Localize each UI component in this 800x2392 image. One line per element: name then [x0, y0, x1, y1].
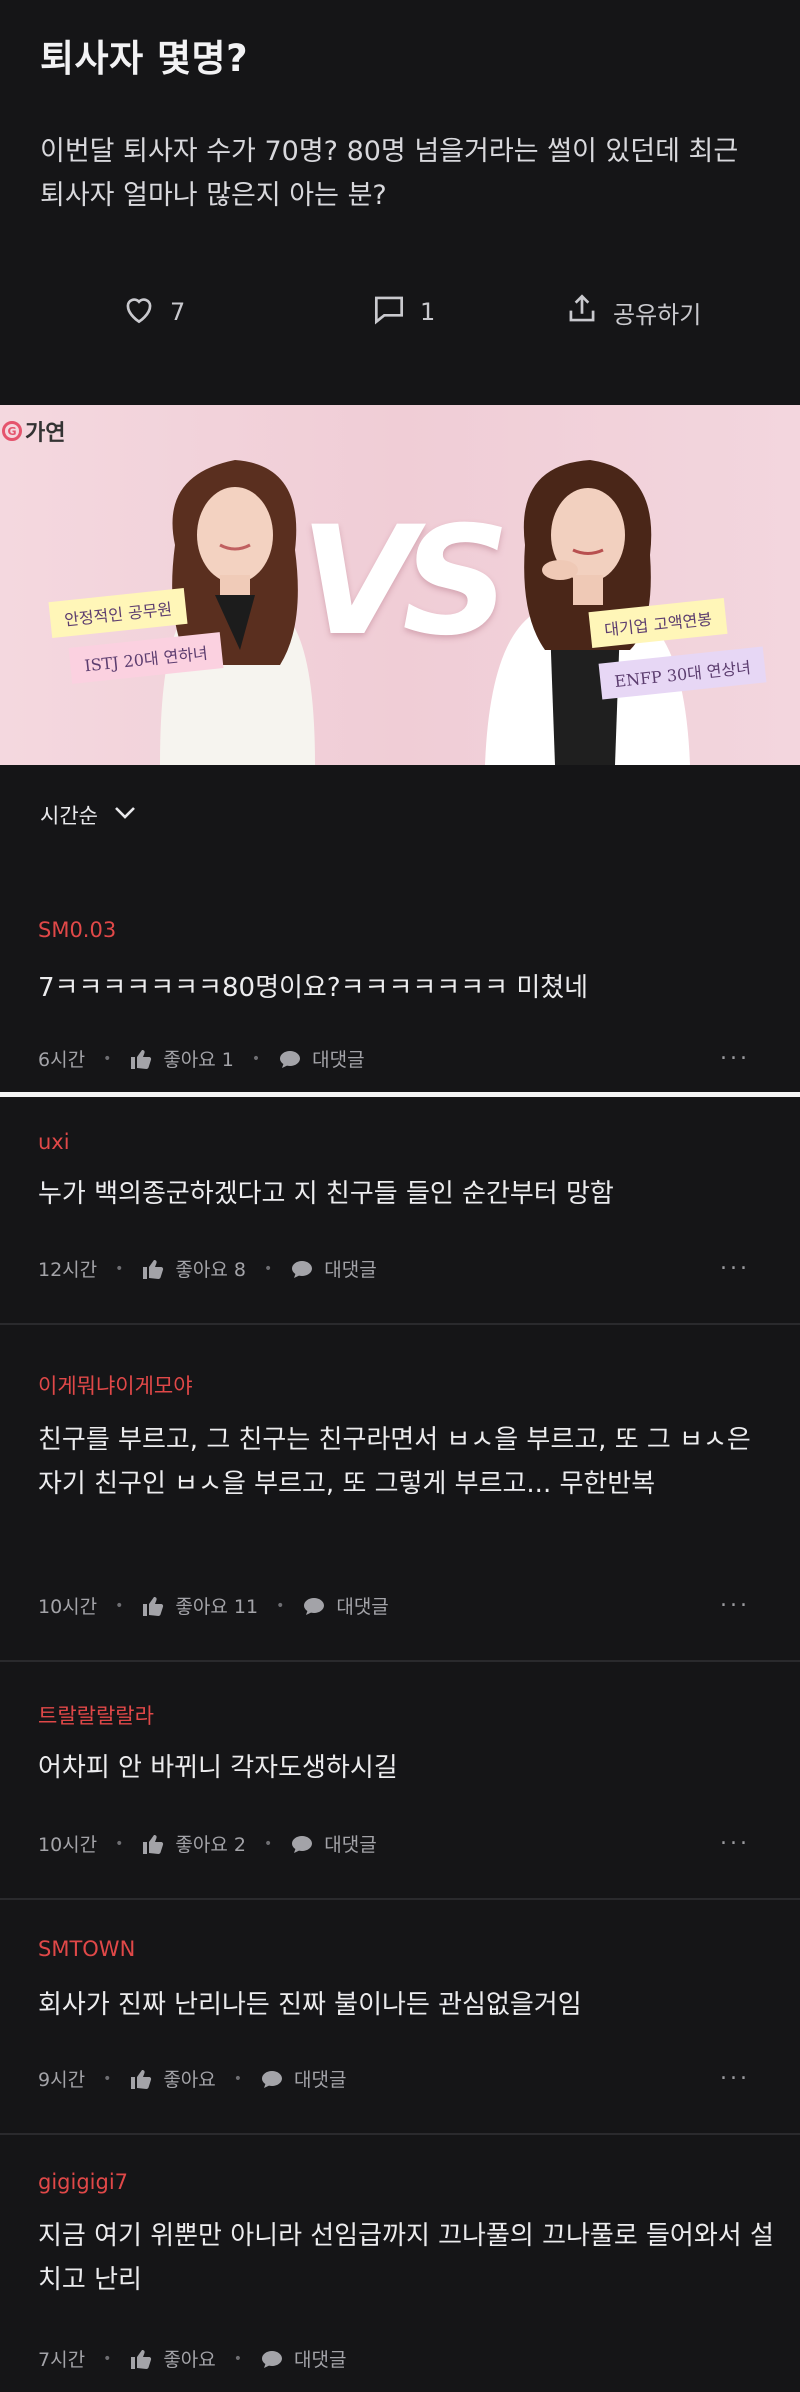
divider [0, 1898, 800, 1900]
more-options-button[interactable]: ... [720, 1040, 750, 1065]
comment-text: 친구를 부르고, 그 친구는 친구라면서 ㅂㅅ을 부르고, 또 그 ㅂㅅ은 자기… [38, 1425, 751, 1499]
comment-like[interactable]: 좋아요 2 [175, 1830, 246, 1857]
comment-author[interactable]: gigigigi7 [38, 2170, 128, 2194]
comment-text: 지금 여기 위뿐만 아니라 선임급까지 끄나풀의 끄나풀로 들어와서 설치고 난… [38, 2221, 774, 2295]
post-body: 이번달 퇴사자 수가 70명? 80명 넘을거라는 썰이 있던데 최근 퇴사자 … [40, 136, 739, 211]
brand-icon: G [2, 421, 22, 441]
brand-name: 가연 [25, 421, 66, 446]
reply-bubble-icon[interactable] [290, 1833, 314, 1855]
vs-text: VS [300, 495, 510, 669]
divider [0, 1660, 800, 1662]
divider [0, 2133, 800, 2135]
comment-reply[interactable]: 대댓글 [336, 1592, 388, 1619]
separator-dot: • [233, 2070, 243, 2087]
separator-dot: • [115, 1835, 124, 1852]
thumbs-up-icon[interactable] [141, 1833, 165, 1855]
comment-meta: 10시간 • 좋아요 11 • 대댓글 [38, 1592, 389, 1619]
thumbs-up-icon[interactable] [129, 2068, 153, 2090]
thumbs-up-icon[interactable] [129, 1048, 153, 1070]
comment-author[interactable]: SMTOWN [38, 1937, 135, 1961]
comment-author[interactable]: uxi [38, 1130, 70, 1154]
like-count: 7 [170, 298, 186, 326]
divider [0, 1092, 800, 1097]
reply-bubble-icon[interactable] [278, 1048, 302, 1070]
separator-dot: • [115, 1597, 124, 1614]
post-actions: 7 1 공유하기 [0, 290, 800, 340]
reply-bubble-icon[interactable] [290, 1258, 314, 1280]
comment-time: 10시간 [38, 1596, 98, 1618]
comment-like[interactable]: 좋아요 [163, 2345, 215, 2372]
separator-dot: • [263, 1835, 273, 1852]
comment-reply[interactable]: 대댓글 [294, 2345, 346, 2372]
comment-like[interactable]: 좋아요 1 [163, 1045, 234, 1072]
comment-reply[interactable]: 대댓글 [294, 2065, 346, 2092]
separator-dot: • [276, 1597, 285, 1614]
separator-dot: • [233, 2350, 243, 2367]
separator-dot: • [103, 2070, 112, 2087]
thumbs-up-icon[interactable] [141, 1595, 165, 1617]
comment-like[interactable]: 좋아요 8 [175, 1255, 246, 1282]
comment-text: 7ㅋㅋㅋㅋㅋㅋㅋ80명이요?ㅋㅋㅋㅋㅋㅋㅋ 미쳤네 [38, 973, 589, 1003]
comment-reply[interactable]: 대댓글 [312, 1045, 364, 1072]
more-options-button[interactable]: ... [720, 1587, 750, 1612]
separator-dot: • [263, 1260, 273, 1277]
share-icon [563, 290, 601, 334]
ad-banner[interactable]: G 가연 VS 안정적인 공무원 ISTJ 20대 연하녀 대기업 고액연봉 E… [0, 405, 800, 765]
chevron-down-icon [112, 803, 138, 827]
comment-text: 어차피 안 바뀌니 각자도생하시길 [38, 1753, 398, 1783]
thumbs-up-icon[interactable] [141, 1258, 165, 1280]
comment-meta: 12시간 • 좋아요 8 • 대댓글 [38, 1255, 377, 1282]
share-label: 공유하기 [613, 300, 702, 329]
more-options-button[interactable]: ... [720, 1825, 750, 1850]
page: 퇴사자 몇명? 이번달 퇴사자 수가 70명? 80명 넘을거라는 썰이 있던데… [0, 0, 800, 2392]
heart-icon [120, 290, 158, 334]
comment-like[interactable]: 좋아요 [163, 2065, 215, 2092]
divider [0, 1323, 800, 1325]
comment-text: 누가 백의종군하겠다고 지 친구들 들인 순간부터 망함 [38, 1179, 614, 1209]
separator-dot: • [251, 1050, 261, 1067]
separator-dot: • [115, 1260, 124, 1277]
comment-count: 1 [420, 298, 436, 326]
right-model-image [485, 460, 690, 765]
comment-reply[interactable]: 대댓글 [324, 1830, 376, 1857]
more-options-button[interactable]: ... [720, 2060, 750, 2085]
comment-time: 12시간 [38, 1259, 98, 1281]
comment-text: 회사가 진짜 난리나든 진짜 불이나든 관심없을거임 [38, 1990, 582, 2020]
thumbs-up-icon[interactable] [129, 2348, 153, 2370]
reply-bubble-icon[interactable] [260, 2348, 284, 2370]
reply-bubble-icon[interactable] [260, 2068, 284, 2090]
reply-bubble-icon[interactable] [302, 1595, 326, 1617]
comment-meta: 9시간 • 좋아요 • 대댓글 [38, 2065, 347, 2092]
comment-meta: 10시간 • 좋아요 2 • 대댓글 [38, 1830, 377, 1857]
comment-reply[interactable]: 대댓글 [324, 1255, 376, 1282]
comment-meta: 6시간 • 좋아요 1 • 대댓글 [38, 1045, 365, 1072]
post-title: 퇴사자 몇명? [40, 37, 249, 80]
brand-logo: G 가연 [2, 415, 65, 447]
comment-button[interactable]: 1 [370, 290, 435, 334]
comment-author[interactable]: 트랄랄랄랄라 [38, 1700, 154, 1730]
comment-meta: 7시간 • 좋아요 • 대댓글 [38, 2345, 347, 2372]
comment-like[interactable]: 좋아요 11 [175, 1592, 258, 1619]
comment-author[interactable]: 이게뭐냐이게모야 [38, 1370, 193, 1400]
comment-icon [370, 290, 408, 334]
share-button[interactable]: 공유하기 [563, 290, 701, 334]
comment-time: 10시간 [38, 1834, 98, 1856]
sort-label: 시간순 [40, 804, 98, 828]
comment-time: 9시간 [38, 2069, 86, 2091]
like-button[interactable]: 7 [120, 290, 185, 334]
more-options-button[interactable]: ... [720, 1250, 750, 1275]
sort-dropdown[interactable]: 시간순 [40, 800, 138, 830]
separator-dot: • [103, 2350, 112, 2367]
comment-time: 6시간 [38, 1049, 86, 1071]
comment-time: 7시간 [38, 2349, 86, 2371]
separator-dot: • [103, 1050, 112, 1067]
comment-author[interactable]: SM0.03 [38, 918, 116, 942]
